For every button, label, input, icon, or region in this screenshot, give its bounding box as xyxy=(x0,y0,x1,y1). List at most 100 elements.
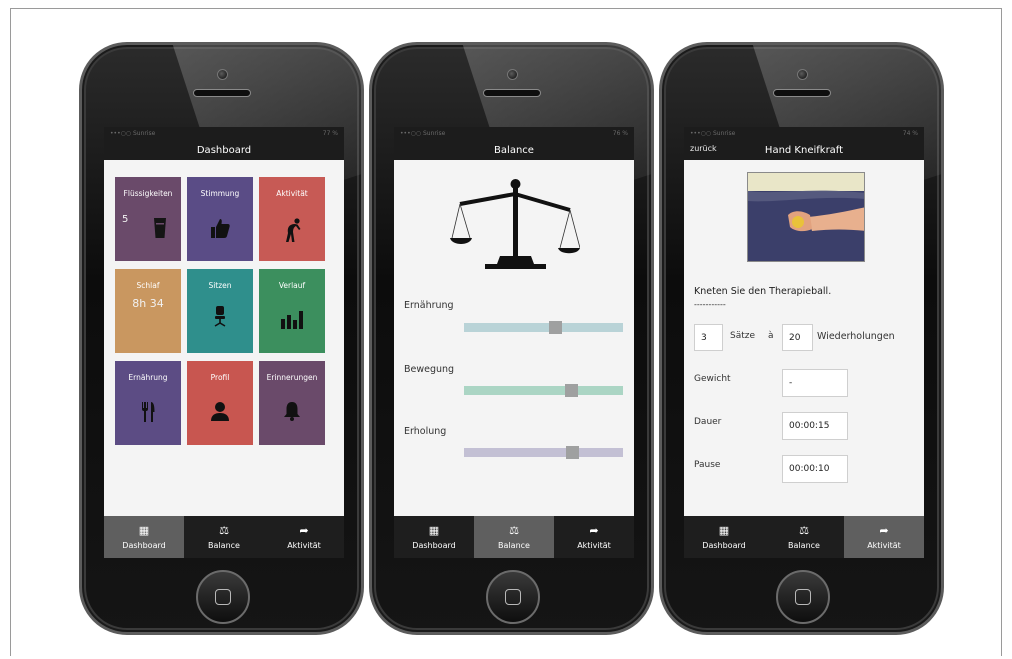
screen: •••○○ Sunrise 77 % Dashboard Flüssigkeit… xyxy=(104,127,344,558)
reps-label: Wiederholungen xyxy=(817,331,895,342)
tile-label: Aktivität xyxy=(276,189,308,198)
camera xyxy=(507,69,518,80)
tab-label: Dashboard xyxy=(412,541,456,550)
scale-icon: ⚖ xyxy=(219,524,229,537)
tile-label: Profil xyxy=(210,373,230,382)
page-title: Balance xyxy=(494,144,534,156)
tile-label: Stimmung xyxy=(200,189,240,198)
phone-dashboard: •••○○ Sunrise 77 % Dashboard Flüssigkeit… xyxy=(79,42,364,635)
status-bar: •••○○ Sunrise 76 % xyxy=(394,127,634,140)
tile-label: Sitzen xyxy=(208,281,232,290)
tile-erinnerungen[interactable]: Erinnerungen xyxy=(259,361,325,445)
slider-thumb[interactable] xyxy=(566,446,579,459)
speaker xyxy=(193,89,251,97)
home-button[interactable] xyxy=(776,570,830,624)
exercise-content: Kneten Sie den Therapieball. -----------… xyxy=(684,160,924,520)
slider-thumb[interactable] xyxy=(565,384,578,397)
home-button[interactable] xyxy=(486,570,540,624)
tab-label: Aktivität xyxy=(577,541,611,550)
tile-profil[interactable]: Profil xyxy=(187,361,253,445)
tab-label: Dashboard xyxy=(122,541,166,550)
home-button[interactable] xyxy=(196,570,250,624)
stretching-person-icon xyxy=(259,217,325,243)
sets-label: Sätze xyxy=(730,331,756,341)
battery-text: 74 % xyxy=(902,130,918,137)
home-square-icon xyxy=(215,589,231,605)
tab-dashboard[interactable]: ▦ Dashboard xyxy=(104,516,184,558)
screen: •••○○ Sunrise 76 % Balance Ernährung Bew… xyxy=(394,127,634,558)
tab-balance[interactable]: ⚖ Balance xyxy=(184,516,264,558)
carrier-text: •••○○ Sunrise xyxy=(400,130,446,137)
gewicht-value: - xyxy=(789,378,793,388)
grid-icon: ▦ xyxy=(428,524,440,537)
nav-bar: zurück Hand Kneifkraft xyxy=(684,140,924,160)
status-bar: •••○○ Sunrise 77 % xyxy=(104,127,344,140)
tab-bar: ▦ Dashboard ⚖ Balance ➦ Aktivität xyxy=(104,516,344,558)
tile-label: Erinnerungen xyxy=(266,373,318,382)
speaker xyxy=(773,89,831,97)
tab-aktivitaet[interactable]: ➦ Aktivität xyxy=(844,516,924,558)
bell-icon xyxy=(259,401,325,421)
tile-verlauf[interactable]: Verlauf xyxy=(259,269,325,353)
tile-label: Ernährung xyxy=(128,373,168,382)
dauer-label: Dauer xyxy=(694,417,722,427)
tile-ernaehrung[interactable]: Ernährung xyxy=(115,361,181,445)
status-bar: •••○○ Sunrise 74 % xyxy=(684,127,924,140)
carrier-text: •••○○ Sunrise xyxy=(690,130,736,137)
slider-ernaehrung[interactable] xyxy=(464,321,623,334)
tab-bar: ▦ Dashboard ⚖ Balance ➦ Aktivität xyxy=(394,516,634,558)
speaker xyxy=(483,89,541,97)
pause-label: Pause xyxy=(694,460,721,470)
back-button[interactable]: zurück xyxy=(690,144,717,153)
sets-value: 3 xyxy=(701,332,707,343)
home-square-icon xyxy=(505,589,521,605)
carrier-text: •••○○ Sunrise xyxy=(110,130,156,137)
office-chair-icon xyxy=(187,305,253,327)
tile-sitzen[interactable]: Sitzen xyxy=(187,269,253,353)
tile-label: Verlauf xyxy=(278,281,306,290)
reps-value: 20 xyxy=(789,332,801,343)
page-title: Hand Kneifkraft xyxy=(764,144,844,156)
tab-label: Aktivität xyxy=(867,541,901,550)
separator-dashes: ----------- xyxy=(694,300,726,309)
scale-icon: ⚖ xyxy=(799,524,809,537)
tab-balance[interactable]: ⚖ Balance xyxy=(764,516,844,558)
tile-value: 5 xyxy=(122,214,129,225)
tab-balance[interactable]: ⚖ Balance xyxy=(474,516,554,558)
running-person-icon: ➦ xyxy=(299,524,309,537)
tab-aktivitaet[interactable]: ➦ Aktivität xyxy=(554,516,634,558)
battery-text: 77 % xyxy=(322,130,338,137)
gewicht-label: Gewicht xyxy=(694,374,731,384)
tab-aktivitaet[interactable]: ➦ Aktivität xyxy=(264,516,344,558)
balance-scale-icon xyxy=(450,174,581,278)
tile-aktivitaet[interactable]: Aktivität xyxy=(259,177,325,261)
tile-label: Schlaf xyxy=(136,281,160,290)
dauer-value: 00:00:15 xyxy=(789,421,830,431)
grid-icon: ▦ xyxy=(718,524,730,537)
gewicht-input[interactable]: - xyxy=(782,369,848,397)
slider-bewegung[interactable] xyxy=(464,384,623,397)
running-person-icon: ➦ xyxy=(879,524,889,537)
sets-input[interactable]: 3 xyxy=(694,324,723,351)
tab-label: Balance xyxy=(788,541,820,550)
tab-label: Aktivität xyxy=(287,541,321,550)
grid-icon: ▦ xyxy=(138,524,150,537)
camera xyxy=(797,69,808,80)
tab-bar: ▦ Dashboard ⚖ Balance ➦ Aktivität xyxy=(684,516,924,558)
tab-dashboard[interactable]: ▦ Dashboard xyxy=(394,516,474,558)
tile-schlaf[interactable]: Schlaf 8h 34 xyxy=(115,269,181,353)
reps-input[interactable]: 20 xyxy=(782,324,813,351)
tab-dashboard[interactable]: ▦ Dashboard xyxy=(684,516,764,558)
phone-balance: •••○○ Sunrise 76 % Balance Ernährung Bew… xyxy=(369,42,654,635)
tile-stimmung[interactable]: Stimmung xyxy=(187,177,253,261)
a-label: à xyxy=(768,331,774,341)
exercise-photo xyxy=(747,172,865,262)
tile-value: 8h 34 xyxy=(132,297,164,310)
pause-input[interactable]: 00:00:10 xyxy=(782,455,848,483)
tile-fluessigkeiten[interactable]: Flüssigkeiten 5 xyxy=(115,177,181,261)
slider-thumb[interactable] xyxy=(549,321,562,334)
nav-bar: Balance xyxy=(394,140,634,160)
dauer-input[interactable]: 00:00:15 xyxy=(782,412,848,440)
page-title: Dashboard xyxy=(196,144,252,156)
slider-erholung[interactable] xyxy=(464,446,623,459)
